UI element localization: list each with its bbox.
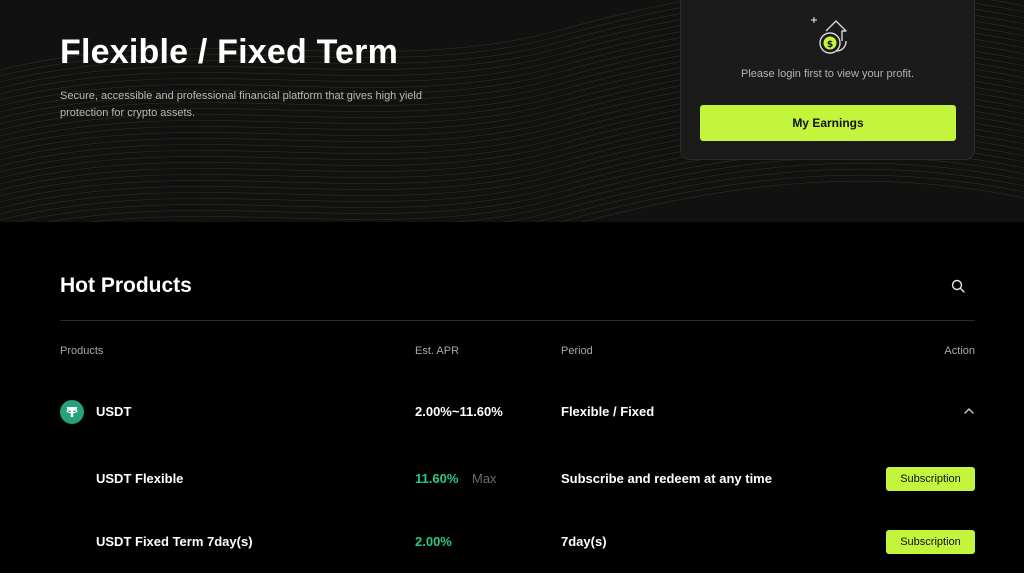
column-header-action: Action [944,345,975,357]
apr-max-label: Max [472,471,497,486]
apr-value: 2.00% [415,534,452,549]
product-name: USDT Flexible [96,471,184,486]
product-apr: 11.60% Max [415,471,497,486]
my-earnings-button[interactable]: My Earnings [700,105,956,141]
search-button[interactable] [946,274,970,298]
product-group-name: USDT [96,404,132,419]
money-bag-growth-icon: $ [811,17,847,54]
section-title: Hot Products [60,274,192,297]
product-period: Subscribe and redeem at any time [561,471,772,486]
earnings-card: $ Please login first to view your profit… [680,0,975,160]
chevron-up-icon[interactable] [962,404,976,418]
page-description: Secure, accessible and professional fina… [60,90,422,119]
usdt-coin-icon [60,400,84,424]
search-icon [951,279,965,293]
product-group-apr: 2.00%~11.60% [415,404,503,419]
subscription-button[interactable]: Subscription [886,530,975,554]
hero-wave-line [534,168,1024,222]
column-header-period: Period [561,345,593,357]
column-header-products: Products [60,345,104,357]
product-name: USDT Fixed Term 7day(s) [96,534,253,549]
login-prompt: Please login first to view your profit. [740,68,915,80]
svg-text:$: $ [827,40,833,50]
product-period: 7day(s) [561,534,607,549]
tether-icon [66,407,78,417]
column-header-apr: Est. APR [415,345,460,357]
section-divider [60,320,975,321]
product-group-period: Flexible / Fixed [561,404,655,419]
apr-value: 11.60% [415,471,459,486]
subscription-button[interactable]: Subscription [886,467,975,491]
hero-wave-line [503,162,1024,222]
page-title: Flexible / Fixed Term [60,33,399,71]
